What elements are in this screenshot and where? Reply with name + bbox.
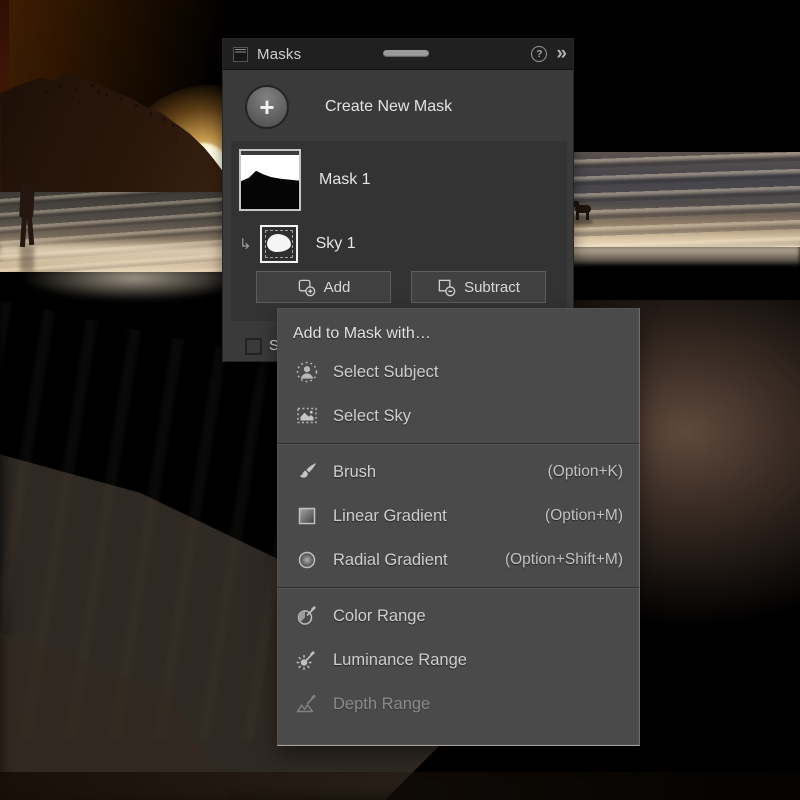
depth-range-icon — [293, 692, 321, 716]
menu-separator — [277, 443, 639, 445]
mask-list: Mask 1 ↳ Sky 1 — [231, 141, 567, 321]
add-to-mask-menu: Add to Mask with… Select Subject S — [277, 308, 640, 746]
create-new-mask-label: Create New Mask — [325, 98, 452, 116]
menu-item-luminance-range[interactable]: Luminance Range — [293, 638, 623, 682]
perched-birds — [45, 90, 48, 93]
ocean-waves-right — [565, 152, 800, 247]
menu-item-label: Color Range — [333, 607, 426, 626]
menu-item-label: Depth Range — [333, 695, 430, 714]
add-button-label: Add — [324, 279, 351, 296]
menu-item-shortcut: (Option+M) — [545, 507, 623, 525]
help-icon[interactable]: ? — [531, 46, 547, 62]
menu-item-radial-gradient[interactable]: Radial Gradient (Option+Shift+M) — [293, 538, 623, 582]
panel-title: Masks — [257, 46, 301, 63]
subtract-button[interactable]: Subtract — [411, 271, 546, 303]
menu-item-label: Luminance Range — [333, 651, 467, 670]
mask-row[interactable]: Mask 1 — [239, 149, 371, 211]
linear-gradient-icon — [293, 504, 321, 528]
mask-component-row[interactable]: ↳ Sky 1 — [237, 225, 356, 263]
menu-item-select-subject[interactable]: Select Subject — [293, 350, 623, 394]
menu-item-depth-range: Depth Range — [293, 682, 623, 726]
create-new-mask-button[interactable]: + Create New Mask — [245, 85, 452, 129]
subtract-shape-icon — [437, 278, 456, 297]
luminance-range-icon — [293, 648, 321, 672]
add-button[interactable]: Add — [256, 271, 391, 303]
sky-component-thumbnail[interactable] — [260, 225, 298, 263]
nested-arrow-icon: ↳ — [239, 235, 252, 253]
component-name: Sky 1 — [316, 235, 356, 253]
menu-item-label: Select Subject — [333, 363, 438, 382]
collapse-chevrons-icon[interactable]: » — [556, 46, 565, 62]
drag-handle[interactable] — [383, 50, 429, 57]
menu-item-select-sky[interactable]: Select Sky — [293, 394, 623, 438]
menu-item-label: Brush — [333, 463, 376, 482]
dog-silhouette — [572, 199, 596, 223]
panel-icon — [233, 47, 248, 62]
menu-item-label: Select Sky — [333, 407, 411, 426]
menu-item-shortcut: (Option+K) — [548, 463, 623, 481]
color-range-icon — [293, 604, 321, 628]
menu-item-linear-gradient[interactable]: Linear Gradient (Option+M) — [293, 494, 623, 538]
mask-name: Mask 1 — [319, 171, 371, 189]
menu-item-label: Linear Gradient — [333, 507, 447, 526]
bottom-shadow — [0, 772, 800, 800]
menu-item-shortcut: (Option+Shift+M) — [505, 551, 623, 569]
add-shape-icon — [297, 278, 316, 297]
masks-panel-header[interactable]: Masks ? » — [223, 39, 573, 70]
screenshot-stage: ⌄ Masks ? » + Create New Mask — [0, 0, 800, 800]
person-silhouette — [14, 176, 40, 260]
plus-icon[interactable]: + — [245, 85, 289, 129]
menu-item-color-range[interactable]: Color Range — [293, 594, 623, 638]
subtract-button-label: Subtract — [464, 279, 520, 296]
select-sky-icon — [293, 404, 321, 428]
brush-icon — [293, 460, 321, 484]
show-overlay-checkbox[interactable] — [245, 338, 262, 355]
select-subject-icon — [293, 360, 321, 384]
menu-item-label: Radial Gradient — [333, 551, 448, 570]
menu-separator — [277, 587, 639, 589]
foam-arc — [20, 255, 250, 301]
radial-gradient-icon — [293, 548, 321, 572]
mask-thumbnail[interactable] — [239, 149, 301, 211]
menu-item-brush[interactable]: Brush (Option+K) — [293, 450, 623, 494]
menu-title: Add to Mask with… — [293, 318, 623, 350]
